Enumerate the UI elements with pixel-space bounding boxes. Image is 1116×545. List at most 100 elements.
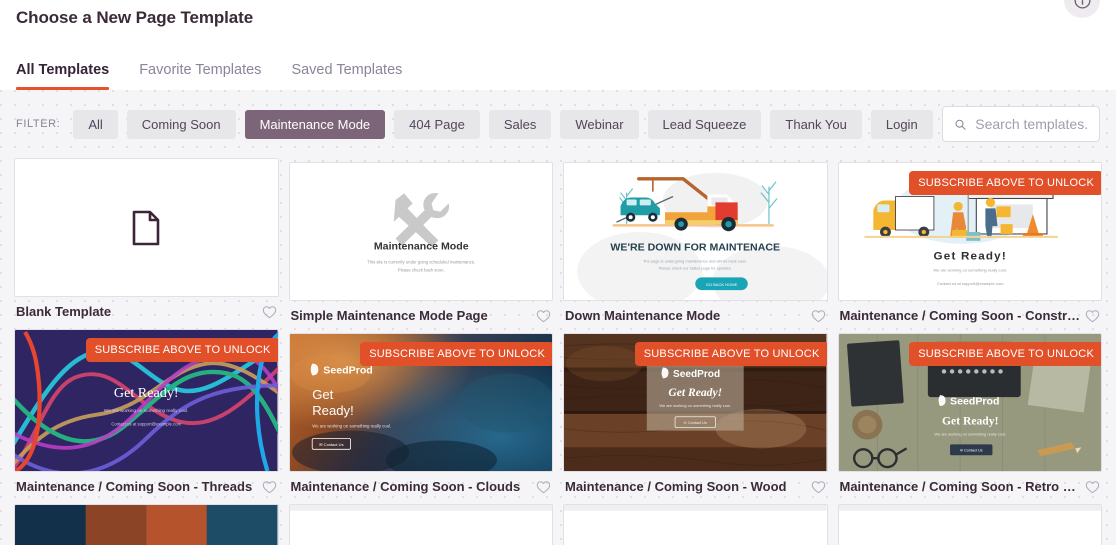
template-thumbnail[interactable] (563, 504, 828, 545)
filter-chip-lead-squeeze[interactable]: Lead Squeeze (647, 109, 762, 139)
row3-partial-b-art (289, 505, 552, 545)
template-card[interactable]: SUBSCRIBE ABOVE TO UNLOCK (837, 333, 1103, 494)
template-thumbnail[interactable]: SUBSCRIBE ABOVE TO UNLOCK (837, 333, 1102, 472)
template-card[interactable] (837, 504, 1102, 545)
subscribe-unlock-badge[interactable]: SUBSCRIBE ABOVE TO UNLOCK (634, 342, 827, 366)
template-card[interactable] (288, 504, 553, 545)
template-card[interactable]: SUBSCRIBE ABOVE TO UNLOCK Get Ready! We … (14, 329, 279, 494)
search-icon (955, 119, 966, 130)
template-grid: Blank Template SUBSCRIBE ABOVE TO UNLOCK (0, 158, 1116, 545)
template-card-footer: Blank Template (14, 297, 279, 319)
tab-saved-templates-label: Saved Templates (291, 62, 403, 78)
info-circle-icon (1073, 0, 1091, 9)
favorite-heart-icon[interactable] (262, 480, 277, 494)
template-title: Maintenance / Coming Soon - Clouds (290, 479, 521, 494)
template-title: Simple Maintenance Mode Page (290, 308, 488, 323)
template-tabs: All Templates Favorite Templates Saved T… (16, 48, 402, 90)
subscribe-unlock-badge[interactable]: SUBSCRIBE ABOVE TO UNLOCK (360, 342, 553, 366)
tab-favorite-templates[interactable]: Favorite Templates (139, 62, 261, 90)
svg-text:The page is undergoing mainten: The page is undergoing maintenance and w… (643, 259, 747, 264)
template-card[interactable]: Blank Template (14, 158, 279, 319)
favorite-heart-icon[interactable] (536, 480, 551, 494)
row3-partial-d-art (838, 505, 1101, 545)
template-column-1: Blank Template SUBSCRIBE ABOVE TO UNLOCK (14, 158, 279, 545)
template-title: Blank Template (16, 304, 112, 319)
filter-chip-maintenance-mode[interactable]: Maintenance Mode (244, 109, 386, 139)
favorite-heart-icon[interactable] (262, 305, 277, 319)
filter-chip-sales[interactable]: Sales (488, 109, 552, 139)
svg-text:We are working on something re: We are working on something really cool. (934, 432, 1006, 437)
template-thumbnail[interactable] (14, 158, 279, 297)
template-thumbnail[interactable] (288, 504, 553, 545)
svg-text:We are working on something re: We are working on something really cool. (659, 403, 731, 408)
templates-body: FILTER: All Coming Soon Maintenance Mode… (0, 90, 1116, 545)
template-card[interactable] (563, 504, 828, 545)
search-input[interactable] (975, 116, 1088, 132)
subscribe-unlock-badge[interactable]: SUBSCRIBE ABOVE TO UNLOCK (85, 338, 278, 362)
search-box[interactable] (941, 106, 1100, 142)
template-thumbnail[interactable]: WE'RE DOWN FOR MAINTENACE The page is un… (563, 162, 828, 301)
svg-text:✉ Contact Us: ✉ Contact Us (319, 442, 343, 447)
svg-text:✉ Contact Us: ✉ Contact Us (959, 449, 982, 453)
favorite-heart-icon[interactable] (811, 480, 826, 494)
filter-chip-webinar[interactable]: Webinar (560, 109, 639, 139)
thumb-heading: Maintenance Mode (373, 242, 468, 253)
favorite-heart-icon[interactable] (536, 309, 551, 323)
template-thumbnail[interactable] (14, 504, 279, 545)
template-column-2: Maintenance Mode This site is currently … (288, 158, 554, 545)
favorite-heart-icon[interactable] (811, 309, 826, 323)
tab-saved-templates[interactable]: Saved Templates (291, 62, 402, 90)
tab-all-templates-label: All Templates (16, 62, 110, 78)
template-thumbnail[interactable]: SUBSCRIBE ABOVE TO UNLOCK Get Ready! We … (14, 329, 279, 472)
template-card-footer: Maintenance / Coming Soon - Threads (14, 472, 279, 494)
template-thumbnail[interactable]: Maintenance Mode This site is currently … (288, 162, 553, 301)
template-title: Maintenance / Coming Soon - Construction (839, 308, 1082, 323)
svg-text:Contact us at support@example.: Contact us at support@example.com (937, 281, 1004, 286)
svg-text:Contact us at support@example.: Contact us at support@example.com (111, 422, 181, 427)
favorite-heart-icon[interactable] (1085, 480, 1100, 494)
svg-text:This site is currently under g: This site is currently under going sched… (367, 260, 475, 265)
template-thumbnail[interactable]: SUBSCRIBE ABOVE TO UNLOCK (837, 162, 1102, 301)
filter-chip-404-page[interactable]: 404 Page (394, 109, 480, 139)
brand-label: SeedProd (950, 397, 999, 408)
template-column-4: SUBSCRIBE ABOVE TO UNLOCK Get Ready! We … (837, 158, 1103, 545)
template-card[interactable]: WE'RE DOWN FOR MAINTENACE The page is un… (563, 162, 828, 323)
filter-bar: FILTER: All Coming Soon Maintenance Mode… (0, 90, 1116, 158)
thumb-heading: WE'RE DOWN FOR MAINTENACE (610, 243, 780, 254)
svg-text:Get Ready!: Get Ready! (942, 416, 998, 428)
template-card-footer: Maintenance / Coming Soon - Clouds (289, 472, 554, 494)
template-thumbnail[interactable]: SUBSCRIBE ABOVE TO UNLOCK (288, 333, 553, 472)
svg-text:GO BACK HOME: GO BACK HOME (706, 282, 738, 287)
template-card-footer: Down Maintenance Mode (563, 301, 828, 323)
brand-label: SeedProd (323, 366, 372, 377)
svg-text:Please check our status page f: Please check our status page for updates… (659, 265, 732, 270)
svg-text:We are working on something re: We are working on something really cool. (933, 267, 1007, 272)
template-card[interactable]: SUBSCRIBE ABOVE TO UNLOCK (288, 333, 554, 494)
svg-text:Please check back soon.: Please check back soon. (397, 267, 444, 272)
svg-text:Get Ready!: Get Ready! (668, 387, 722, 399)
template-card-footer: Simple Maintenance Mode Page (289, 301, 554, 323)
filter-chip-coming-soon[interactable]: Coming Soon (126, 109, 236, 139)
favorite-heart-icon[interactable] (1085, 309, 1100, 323)
template-column-3: WE'RE DOWN FOR MAINTENACE The page is un… (563, 158, 828, 545)
subscribe-unlock-badge[interactable]: SUBSCRIBE ABOVE TO UNLOCK (909, 342, 1102, 366)
filter-chip-thank-you[interactable]: Thank You (770, 109, 862, 139)
template-thumbnail[interactable]: SUBSCRIBE ABOVE TO UNLOCK (563, 333, 828, 472)
filter-label: FILTER: (16, 118, 61, 130)
template-title: Down Maintenance Mode (565, 308, 721, 323)
svg-text:✉ Contact Us: ✉ Contact Us (684, 421, 707, 425)
template-card-footer: Maintenance / Coming Soon - Retro Study (838, 472, 1103, 494)
template-title: Maintenance / Coming Soon - Threads (16, 479, 253, 494)
template-card[interactable]: SUBSCRIBE ABOVE TO UNLOCK (563, 333, 828, 494)
template-card[interactable] (14, 504, 279, 545)
filter-chip-login[interactable]: Login (870, 109, 933, 139)
template-thumbnail[interactable] (837, 504, 1102, 545)
tab-all-templates[interactable]: All Templates (16, 62, 110, 90)
svg-text:We are working on something re: We are working on something really cool. (104, 408, 189, 413)
svg-text:Ready!: Ready! (312, 403, 354, 418)
tow-truck-art: WE'RE DOWN FOR MAINTENACE The page is un… (564, 163, 827, 300)
template-card[interactable]: Maintenance Mode This site is currently … (288, 162, 554, 323)
subscribe-unlock-badge[interactable]: SUBSCRIBE ABOVE TO UNLOCK (909, 171, 1102, 195)
template-card[interactable]: SUBSCRIBE ABOVE TO UNLOCK (837, 162, 1102, 323)
filter-chip-all[interactable]: All (73, 109, 118, 139)
